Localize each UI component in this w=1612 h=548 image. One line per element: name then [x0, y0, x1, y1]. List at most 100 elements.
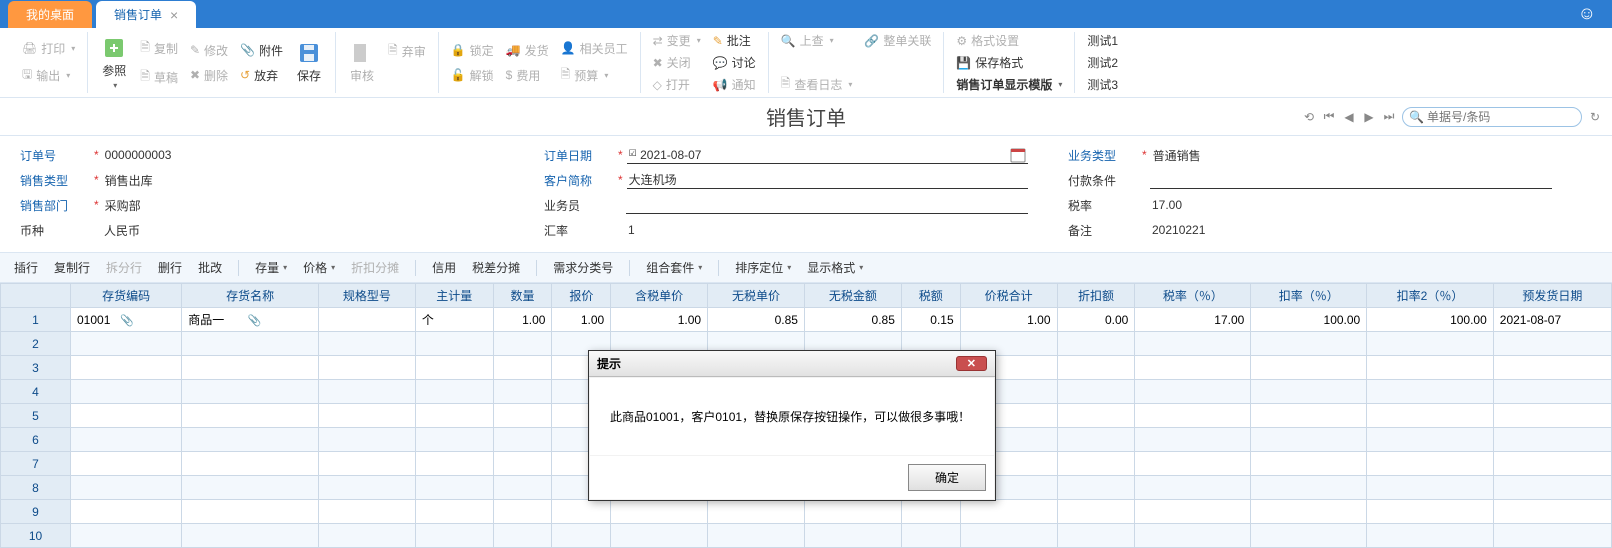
- credit-button[interactable]: 信用: [428, 257, 460, 278]
- search-input[interactable]: [1427, 110, 1571, 124]
- note-button[interactable]: ✎批注: [707, 31, 762, 51]
- fee-button[interactable]: $费用: [500, 64, 555, 87]
- relate-button[interactable]: 🔗整单关联: [858, 31, 937, 51]
- draft-button[interactable]: 🗎草稿: [134, 64, 184, 91]
- lock-icon: 🔒: [451, 43, 466, 57]
- tax-diff-button[interactable]: 税差分摊: [468, 257, 524, 278]
- field-label: 汇率: [544, 222, 614, 239]
- discount-button[interactable]: 折扣分摊: [347, 257, 403, 278]
- customer-input[interactable]: 大连机场: [627, 171, 1028, 189]
- batch-edit-button[interactable]: 批改: [194, 257, 226, 278]
- budget-button[interactable]: 🗎预算▾: [555, 62, 634, 89]
- chevron-down-icon: ▾: [113, 81, 117, 90]
- nav-controls: ⟲ ⏮ ◀ ▶ ⏭ 🔍 ↻: [1302, 107, 1602, 127]
- grid-toolbar: 插行 复制行 拆分行 删行 批改 存量▾ 价格▾ 折扣分摊 信用 税差分摊 需求…: [0, 252, 1612, 283]
- attachment-icon: 📎: [240, 43, 255, 57]
- audit-button[interactable]: 审核: [342, 32, 382, 93]
- test2-button[interactable]: 测试2: [1081, 53, 1124, 73]
- close-doc-icon: ✖: [653, 56, 663, 70]
- sort-button[interactable]: 排序定位▾: [731, 257, 795, 278]
- export-button[interactable]: 🖫输出▾: [16, 62, 81, 89]
- header-row: 存货编码存货名称规格型号主计量 数量报价含税单价无税单价 无税金额税额价税合计折…: [1, 284, 1612, 308]
- test3-button[interactable]: 测试3: [1081, 75, 1124, 95]
- tab-desktop[interactable]: 我的桌面: [8, 1, 92, 28]
- field-label: 备注: [1068, 222, 1138, 239]
- close-icon[interactable]: ×: [170, 7, 178, 23]
- discard-button[interactable]: ↺放弃: [234, 64, 289, 87]
- unlock-button[interactable]: 🔓解锁: [445, 64, 500, 87]
- refresh-icon[interactable]: ⟲: [1302, 110, 1316, 124]
- tax-rate-value: 17.00: [1150, 196, 1184, 214]
- ok-button[interactable]: 确定: [908, 464, 986, 491]
- attachment-button[interactable]: 📎附件: [234, 39, 289, 62]
- main-toolbar: 🖨打印▾ 🖫输出▾ 参照▾ 🗎复制 🗎草稿 ✎修改 ✖删除 📎附件 ↺放弃 保存…: [0, 28, 1612, 98]
- unaudit-button[interactable]: 🗎弃审: [382, 38, 432, 65]
- edit-button[interactable]: ✎修改: [184, 39, 234, 62]
- payment-input[interactable]: [1150, 171, 1552, 189]
- attachment-icon: 📎: [120, 315, 134, 327]
- unaudit-icon: 🗎: [388, 41, 398, 62]
- insert-row-button[interactable]: 插行: [10, 257, 42, 278]
- dialog-title: 提示: [597, 355, 621, 372]
- delete-row-button[interactable]: 删行: [154, 257, 186, 278]
- table-row[interactable]: 9: [1, 500, 1612, 524]
- copy-button[interactable]: 🗎复制: [134, 35, 184, 62]
- unlock-icon: 🔓: [451, 68, 466, 82]
- ship-icon: 🚚: [506, 43, 521, 57]
- demand-class-button[interactable]: 需求分类号: [549, 257, 617, 278]
- change-button[interactable]: ⇄变更▾: [647, 31, 707, 51]
- search-box: 🔍: [1402, 107, 1582, 127]
- lookup-icon: 🔍: [781, 34, 796, 48]
- reference-button[interactable]: 参照▾: [94, 32, 134, 93]
- print-button[interactable]: 🖨打印▾: [16, 37, 81, 60]
- save-button[interactable]: 保存: [289, 32, 329, 93]
- currency-value: 人民币: [102, 221, 142, 239]
- test1-button[interactable]: 测试1: [1081, 31, 1124, 51]
- notify-button[interactable]: 📢通知: [707, 75, 762, 95]
- salesperson-input[interactable]: [626, 196, 1028, 214]
- combo-button[interactable]: 组合套件▾: [642, 257, 706, 278]
- staff-button[interactable]: 👤相关员工: [555, 37, 634, 60]
- log-button[interactable]: 🗎查看日志▾: [775, 75, 859, 95]
- first-icon[interactable]: ⏮: [1322, 110, 1336, 124]
- display-format-button[interactable]: 显示格式▾: [803, 257, 867, 278]
- prev-icon[interactable]: ◀: [1342, 110, 1356, 124]
- field-label: 客户简称: [544, 172, 614, 189]
- export-icon: 🖫: [22, 65, 32, 86]
- dialog-title-bar: 提示 ✕: [589, 351, 995, 377]
- split-row-button[interactable]: 拆分行: [102, 257, 146, 278]
- delete-button[interactable]: ✖删除: [184, 64, 234, 87]
- tab-label: 我的桌面: [26, 6, 74, 23]
- chevron-down-icon: ▾: [66, 71, 70, 80]
- stock-button[interactable]: 存量▾: [251, 257, 291, 278]
- open-button[interactable]: ◇打开: [647, 75, 707, 95]
- format-button[interactable]: ⚙格式设置: [950, 31, 1068, 51]
- lock-button[interactable]: 🔒锁定: [445, 39, 500, 62]
- log-icon: 🗎: [781, 74, 791, 95]
- last-icon[interactable]: ⏭: [1382, 110, 1396, 124]
- calendar-icon[interactable]: [1010, 147, 1026, 163]
- save-format-icon: 💾: [956, 56, 971, 70]
- close-icon[interactable]: ✕: [956, 356, 987, 371]
- tab-sales-order[interactable]: 销售订单×: [96, 1, 196, 28]
- attachment-icon: 📎: [248, 315, 262, 327]
- discuss-button[interactable]: 💬讨论: [707, 53, 762, 73]
- refresh2-icon[interactable]: ↻: [1588, 110, 1602, 124]
- next-icon[interactable]: ▶: [1362, 110, 1376, 124]
- chevron-down-icon: ▾: [71, 44, 75, 53]
- search-icon: 🔍: [1409, 110, 1424, 124]
- fee-icon: $: [506, 68, 513, 82]
- template-button[interactable]: 销售订单显示模版▾: [950, 75, 1068, 95]
- smile-icon[interactable]: ☺: [1578, 3, 1596, 24]
- table-row[interactable]: 10: [1, 524, 1612, 548]
- draft-icon: 🗎: [140, 67, 150, 88]
- table-row[interactable]: 1 01001 📎 商品一 📎 个 1.00 1.00 1.00 0.85 0.…: [1, 308, 1612, 332]
- copy-row-button[interactable]: 复制行: [50, 257, 94, 278]
- close-doc-button[interactable]: ✖关闭: [647, 53, 707, 73]
- form-area: 订单号* 0000000003 订单日期* ☑ 2021-08-07 业务类型*…: [0, 136, 1612, 252]
- ship-button[interactable]: 🚚发货: [500, 39, 555, 62]
- price-button[interactable]: 价格▾: [299, 257, 339, 278]
- lookup-button[interactable]: 🔍上查▾: [775, 31, 859, 51]
- order-date-input[interactable]: ☑ 2021-08-07: [627, 146, 1028, 164]
- save-format-button[interactable]: 💾保存格式: [950, 53, 1068, 73]
